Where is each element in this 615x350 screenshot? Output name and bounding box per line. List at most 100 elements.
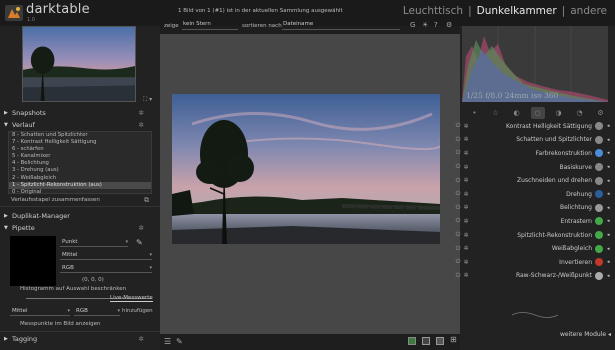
- module-presets-icon[interactable]: ✲: [462, 150, 470, 157]
- more-modules-button[interactable]: weitere Module ◂: [560, 331, 611, 338]
- history-item[interactable]: 7 - Kontrast Helligkeit Sättigung: [9, 139, 151, 146]
- module-presets-icon[interactable]: ✲: [462, 232, 470, 239]
- power-icon[interactable]: •: [468, 107, 482, 119]
- module-row[interactable]: ⏻ ✲ Kontrast Helligkeit Sättigung ◂: [454, 120, 615, 134]
- expand-arrow-icon[interactable]: ◂: [607, 246, 613, 252]
- module-power-icon[interactable]: ⏻: [454, 136, 462, 144]
- gamut-check-icon[interactable]: [436, 337, 444, 345]
- expand-arrow-icon[interactable]: ◂: [607, 191, 613, 197]
- module-row[interactable]: ⏻ ✲ Basiskurve ◂: [454, 160, 615, 174]
- softproof-toggle-icon[interactable]: [422, 337, 430, 345]
- zoom-fit-icon[interactable]: ⛶ ▾: [143, 96, 152, 104]
- preset-icon[interactable]: ✲: [139, 109, 144, 117]
- favorites-star-icon[interactable]: ☆: [489, 107, 503, 119]
- module-row[interactable]: ⏻ ✲ Spitzlicht-Rekonstruktion ◂: [454, 228, 615, 242]
- history-item[interactable]: 4 - Belichtung: [9, 160, 151, 167]
- expand-arrow-icon[interactable]: ◂: [607, 164, 613, 170]
- expand-arrow-icon[interactable]: ◂: [607, 218, 613, 224]
- view-darkroom[interactable]: Dunkelkammer: [477, 5, 557, 17]
- expand-arrow-icon[interactable]: ◂: [607, 205, 613, 211]
- picker-stat-dropdown[interactable]: Mittel ▾: [60, 251, 152, 260]
- module-row[interactable]: ⏻ ✲ Drehung ◂: [454, 188, 615, 202]
- section-history[interactable]: ▼ Verlauf ✲: [0, 119, 160, 130]
- preset-icon[interactable]: ✲: [139, 224, 144, 232]
- history-item[interactable]: 3 - Drehung (aus): [9, 167, 151, 174]
- module-presets-icon[interactable]: ✲: [462, 164, 470, 171]
- view-other[interactable]: andere: [570, 5, 607, 17]
- module-power-icon[interactable]: ⏻: [454, 122, 462, 130]
- expand-arrow-icon[interactable]: ◂: [607, 232, 613, 238]
- history-item[interactable]: 6 - schärfen: [9, 146, 151, 153]
- module-power-icon[interactable]: ⏻: [454, 217, 462, 225]
- tone-group-icon[interactable]: ◐: [510, 107, 524, 119]
- add-sample-button[interactable]: hinzufügen: [122, 308, 153, 314]
- module-row[interactable]: ⏻ ✲ Zuschneiden und drehen ◂: [454, 174, 615, 188]
- module-presets-icon[interactable]: ✲: [462, 272, 470, 279]
- history-item-selected[interactable]: 1 - Spitzlicht-Rekonstruktion (aus): [9, 181, 151, 189]
- module-presets-icon[interactable]: ✲: [462, 218, 470, 225]
- section-duplicate-manager[interactable]: ▶ Duplikat-Manager: [0, 210, 160, 221]
- main-image[interactable]: [172, 94, 440, 244]
- module-row[interactable]: ⏻ ✲ Schatten und Spitzlichter ◂: [454, 133, 615, 147]
- history-item[interactable]: 5 - Kanalmixer: [9, 153, 151, 160]
- module-row[interactable]: ⏻ ✲ Entrastern ◂: [454, 215, 615, 229]
- preset-icon[interactable]: ✲: [139, 121, 144, 129]
- presets-menu-icon[interactable]: ☰: [164, 337, 171, 346]
- module-presets-icon[interactable]: ✲: [462, 191, 470, 198]
- module-power-icon[interactable]: ⏻: [454, 177, 462, 185]
- overexposed-toggle-icon[interactable]: [408, 337, 416, 345]
- module-power-icon[interactable]: ⏻: [454, 258, 462, 266]
- sort-dropdown[interactable]: Dateiname: [282, 21, 400, 30]
- expand-arrow-icon[interactable]: ◂: [607, 137, 613, 143]
- correct-group-icon[interactable]: ◔: [573, 107, 587, 119]
- color-group-icon[interactable]: ◑: [552, 107, 566, 119]
- module-row[interactable]: ⏻ ✲ Invertieren ◂: [454, 256, 615, 270]
- module-row[interactable]: ⏻ ✲ Weißabgleich ◂: [454, 242, 615, 256]
- module-row[interactable]: ⏻ ✲ Farbrekonstruktion ◂: [454, 147, 615, 161]
- history-item[interactable]: 8 - Schatten und Spitzlichter: [9, 132, 151, 139]
- basic-group-icon[interactable]: ○: [530, 107, 545, 119]
- view-lighttable[interactable]: Leuchttisch: [403, 5, 463, 17]
- module-presets-icon[interactable]: ✲: [462, 259, 470, 266]
- create-style-icon[interactable]: ⧉: [144, 196, 149, 205]
- sample-stat-dropdown[interactable]: Mittel ▾: [10, 307, 70, 316]
- expand-arrow-icon[interactable]: ◂: [607, 273, 613, 279]
- module-row[interactable]: ⏻ ✲ Belichtung ◂: [454, 201, 615, 215]
- color-picker-icon[interactable]: ✎: [136, 238, 143, 247]
- section-tagging[interactable]: ▶ Tagging ✲: [0, 333, 160, 344]
- module-presets-icon[interactable]: ✲: [462, 245, 470, 252]
- show-samples-checkbox[interactable]: Messpunkte im Bild anzeigen: [20, 321, 101, 327]
- history-item[interactable]: 0 - Original: [9, 189, 151, 196]
- module-row[interactable]: ⏻ ✲ Raw-Schwarz-/Weißpunkt ◂: [454, 269, 615, 283]
- section-snapshots[interactable]: ▶ Snapshots ✲: [0, 107, 160, 118]
- history-item[interactable]: 2 - Weißabgleich: [9, 175, 151, 182]
- expand-arrow-icon[interactable]: ◂: [607, 123, 613, 129]
- effects-group-icon[interactable]: ⚙: [594, 107, 608, 119]
- module-power-icon[interactable]: ⏻: [454, 163, 462, 171]
- picker-colorspace-dropdown[interactable]: RGB ▾: [60, 264, 152, 273]
- module-power-icon[interactable]: ⏻: [454, 272, 462, 280]
- module-power-icon[interactable]: ⏻: [454, 190, 462, 198]
- overlays-icon[interactable]: ☀: [422, 21, 428, 29]
- module-presets-icon[interactable]: ✲: [462, 123, 470, 130]
- grouping-icon[interactable]: G: [410, 21, 415, 29]
- picker-mode-dropdown[interactable]: Punkt ▾: [60, 238, 128, 247]
- module-power-icon[interactable]: ⏻: [454, 245, 462, 253]
- module-power-icon[interactable]: ⏻: [454, 204, 462, 212]
- expand-arrow-icon[interactable]: ◂: [607, 178, 613, 184]
- navigation-thumbnail[interactable]: [22, 26, 136, 102]
- restrict-histogram-checkbox[interactable]: Histogramm auf Auswahl beschränken: [20, 286, 126, 292]
- module-power-icon[interactable]: ⏻: [454, 149, 462, 157]
- help-icon[interactable]: ?: [434, 21, 438, 29]
- rating-filter-dropdown[interactable]: kein Stern: [182, 21, 238, 30]
- expand-arrow-icon[interactable]: ◂: [607, 259, 613, 265]
- settings-gear-icon[interactable]: ⚙: [446, 21, 452, 29]
- module-presets-icon[interactable]: ✲: [462, 177, 470, 184]
- styles-icon[interactable]: ✎: [176, 337, 183, 346]
- expand-arrow-icon[interactable]: ◂: [607, 150, 613, 156]
- module-power-icon[interactable]: ⏻: [454, 231, 462, 239]
- module-presets-icon[interactable]: ✲: [462, 136, 470, 143]
- section-color-picker[interactable]: ▼ Pipette ✲: [0, 222, 160, 233]
- guides-icon[interactable]: ⊞: [450, 335, 457, 344]
- sample-colorspace-dropdown[interactable]: RGB ▾: [74, 307, 120, 316]
